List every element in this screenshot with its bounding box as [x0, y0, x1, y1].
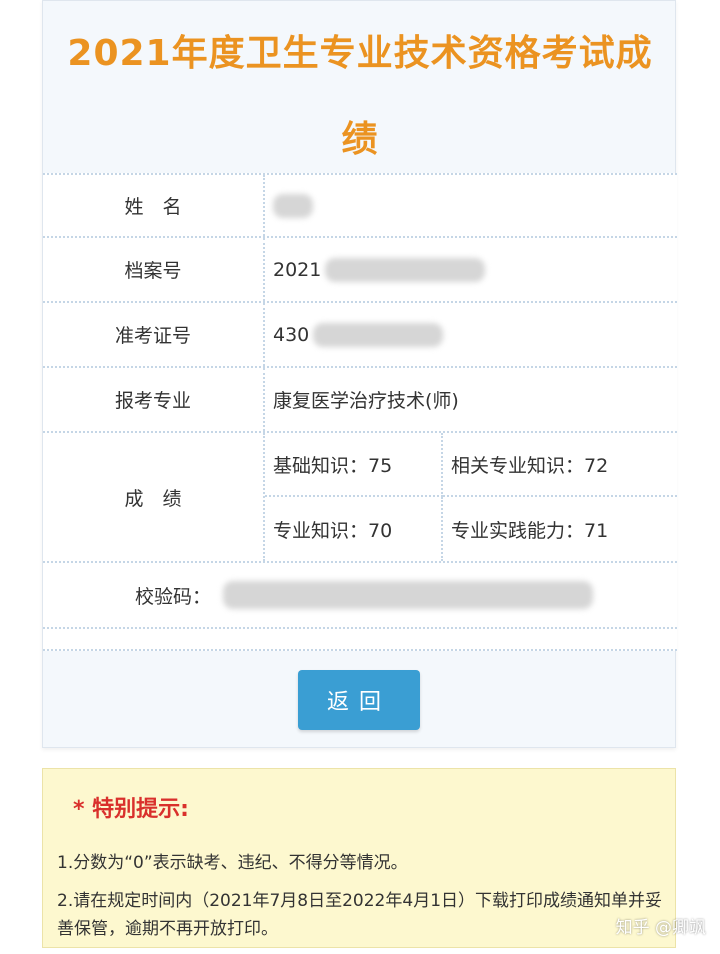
table-footer-spacer: [43, 629, 677, 651]
title-line-1: 2021年度卫生专业技术资格考试成: [67, 33, 653, 74]
notice-line-2: 2.请在规定时间内（2021年7月8日至2022年4月1日）下载打印成绩通知单并…: [57, 891, 663, 939]
score-practice: 专业实践能力：71: [451, 519, 609, 542]
file-no-redacted: [325, 257, 486, 282]
page-title: 2021年度卫生专业技术资格考试成 绩: [43, 11, 677, 183]
score-table: 姓 名 档案号 2021 准考证号 430 报考专业 康复医学治疗技术(师) 成…: [43, 173, 677, 651]
admission-value: 430: [265, 303, 677, 366]
score-basic: 基础知识：75: [265, 433, 443, 497]
file-no-label: 档案号: [43, 238, 265, 301]
file-no-text: 2021: [273, 258, 322, 281]
score-card: 2021年度卫生专业技术资格考试成 绩 姓 名 档案号 2021 准考证号 43…: [42, 0, 677, 748]
watermark-text: 知乎 @卿飒: [615, 918, 706, 938]
notice-title: * 特别提示:: [73, 797, 189, 822]
score-professional: 专业知识：70: [265, 497, 443, 561]
admission-row: 准考证号 430: [43, 303, 677, 368]
score-label: 成 绩: [43, 433, 265, 561]
score-grid: 基础知识：75 相关专业知识：72 专业知识：70 专业实践能力：71: [265, 433, 677, 561]
major-value: 康复医学治疗技术(师): [273, 390, 459, 412]
check-code-redacted: [223, 581, 593, 609]
score-page: 2021年度卫生专业技术资格考试成 绩 姓 名 档案号 2021 准考证号 43…: [0, 0, 720, 954]
admission-text: 430: [273, 323, 310, 346]
file-no-value: 2021: [265, 238, 677, 301]
major-row: 报考专业 康复医学治疗技术(师): [43, 368, 677, 433]
notice-line-1: 1.分数为“0”表示缺考、违纪、不得分等情况。: [57, 853, 408, 873]
title-line-2: 绩: [341, 119, 379, 160]
major-label: 报考专业: [43, 368, 265, 431]
admission-label: 准考证号: [43, 303, 265, 366]
name-value: [265, 175, 677, 236]
special-notice: * 特别提示: 1.分数为“0”表示缺考、违纪、不得分等情况。 2.请在规定时间…: [42, 768, 676, 948]
admission-redacted: [313, 322, 444, 347]
score-related: 相关专业知识：72: [443, 433, 677, 497]
check-code-label: 校验码：: [134, 585, 211, 608]
name-label: 姓 名: [43, 175, 265, 236]
check-code-row: 校验码：: [43, 563, 677, 629]
file-no-row: 档案号 2021: [43, 238, 677, 303]
back-button[interactable]: 返回: [298, 670, 420, 730]
name-row: 姓 名: [43, 173, 677, 238]
score-row: 成 绩 基础知识：75 相关专业知识：72 专业知识：70 专业实践能力：71: [43, 433, 677, 563]
name-redacted: [273, 193, 313, 218]
